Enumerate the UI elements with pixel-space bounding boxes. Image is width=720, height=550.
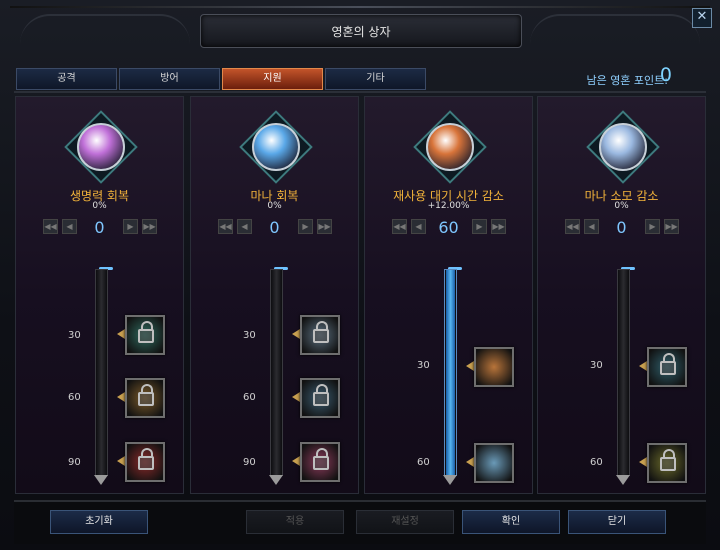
locked-node-icon[interactable] (300, 378, 340, 418)
node-pointer (639, 457, 647, 467)
unlocked-node-icon[interactable] (474, 347, 514, 387)
tab-defense[interactable]: 방어 (119, 68, 220, 90)
node-pointer (639, 361, 647, 371)
frame-ornament-left (20, 14, 190, 46)
tab-support[interactable]: 지원 (222, 68, 323, 90)
slider-handle[interactable] (616, 475, 630, 485)
frame-ornament-right (530, 14, 700, 46)
slider-handle[interactable] (269, 475, 283, 485)
frame-top-line (10, 6, 710, 8)
skill-value: 0 (616, 218, 627, 237)
skill-emblem-icon[interactable] (63, 110, 138, 184)
tab-bar: 공격 방어 지원 기타 (16, 68, 426, 90)
skill-emblem-icon[interactable] (238, 110, 313, 184)
apply-button[interactable]: 적용 (246, 510, 344, 534)
skill-emblem-icon[interactable] (585, 110, 660, 184)
node-pointer (292, 329, 300, 339)
node-pointer (466, 361, 474, 371)
skill-percent: 0% (92, 201, 107, 211)
skill-value: 0 (269, 218, 280, 237)
reassign-button[interactable]: 재설정 (356, 510, 454, 534)
locked-node-icon[interactable] (125, 315, 165, 355)
skill-columns: 생명력 회복 0% ◀◀ ◀ ▶ ▶▶ 0 30 60 90 마나 회복 0% ◀◀… (15, 96, 707, 496)
locked-node-icon[interactable] (125, 378, 165, 418)
slider-fill (446, 270, 455, 475)
unlocked-node-icon[interactable] (474, 443, 514, 483)
slider-handle[interactable] (443, 475, 457, 485)
skill-slider[interactable] (269, 269, 283, 485)
divider (14, 91, 706, 93)
skill-column-cooldown-reduction: 재사용 대기 시간 감소 +12.00% ◀◀ ◀ ▶ ▶▶ 60 30 60 (364, 96, 533, 494)
window-title: 영혼의 상자 (331, 25, 391, 39)
skill-emblem-icon[interactable] (412, 110, 487, 184)
soul-points-value: 0 (659, 64, 672, 86)
skill-slider[interactable] (616, 269, 630, 485)
node-pointer (117, 329, 125, 339)
tab-attack[interactable]: 공격 (16, 68, 117, 90)
skill-column-life-regen: 생명력 회복 0% ◀◀ ◀ ▶ ▶▶ 0 30 60 90 (15, 96, 184, 494)
soul-box-window: 영혼의 상자 ✕ 공격 방어 지원 기타 남은 영혼 포인트: 0 생명력 회복… (0, 0, 720, 550)
skill-column-mana-regen: 마나 회복 0% ◀◀ ◀ ▶ ▶▶ 0 30 60 90 (190, 96, 359, 494)
level-label: 30 (417, 360, 430, 371)
level-label: 90 (68, 457, 81, 468)
node-pointer (292, 392, 300, 402)
node-pointer (117, 456, 125, 466)
locked-node-icon[interactable] (647, 443, 687, 483)
title-bar: 영혼의 상자 (200, 14, 522, 48)
tab-etc[interactable]: 기타 (325, 68, 426, 90)
level-label: 90 (243, 457, 256, 468)
locked-node-icon[interactable] (300, 442, 340, 482)
node-pointer (466, 457, 474, 467)
level-label: 30 (68, 330, 81, 341)
locked-node-icon[interactable] (300, 315, 340, 355)
close-button[interactable]: 닫기 (568, 510, 666, 534)
soul-points-label: 남은 영혼 포인트: (586, 74, 668, 87)
level-label: 30 (243, 330, 256, 341)
reset-button[interactable]: 초기화 (50, 510, 148, 534)
confirm-button[interactable]: 확인 (462, 510, 560, 534)
level-label: 30 (590, 360, 603, 371)
level-label: 60 (590, 457, 603, 468)
skill-percent: +12.00% (427, 201, 470, 211)
level-label: 60 (243, 392, 256, 403)
skill-column-mana-cost-reduction: 마나 소모 감소 0% ◀◀ ◀ ▶ ▶▶ 0 30 60 (537, 96, 706, 494)
skill-percent: 0% (267, 201, 282, 211)
close-icon[interactable]: ✕ (692, 8, 712, 28)
skill-slider[interactable] (94, 269, 108, 485)
level-label: 60 (68, 392, 81, 403)
skill-value: 0 (94, 218, 105, 237)
node-pointer (292, 456, 300, 466)
locked-node-icon[interactable] (647, 347, 687, 387)
node-pointer (117, 392, 125, 402)
skill-percent: 0% (614, 201, 629, 211)
slider-handle[interactable] (94, 475, 108, 485)
skill-slider[interactable] (443, 269, 457, 485)
skill-value: 60 (438, 218, 459, 237)
level-label: 60 (417, 457, 430, 468)
locked-node-icon[interactable] (125, 442, 165, 482)
